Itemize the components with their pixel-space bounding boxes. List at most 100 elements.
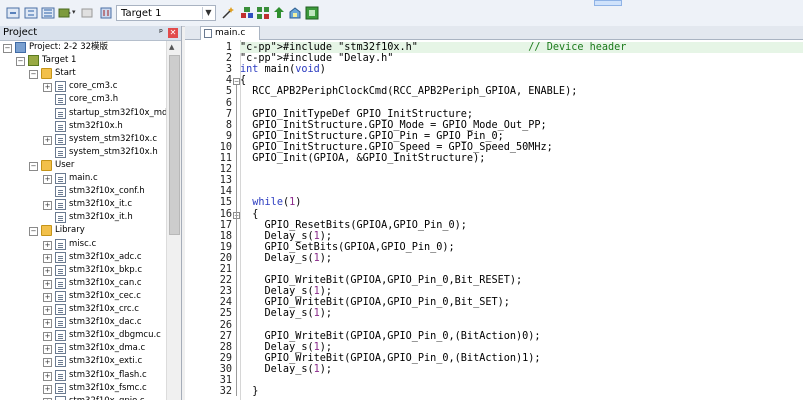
code-line[interactable]: "c-pp">#include "stm32f10x.h" // Device …: [240, 42, 803, 54]
collapse-icon[interactable]: −: [16, 57, 25, 67]
tree-item-label: stm32f10x_fsmc.c: [69, 382, 147, 393]
expand-icon[interactable]: +: [43, 135, 52, 145]
line-number: 2: [225, 53, 232, 65]
target-options-icon[interactable]: [99, 6, 113, 20]
expand-icon[interactable]: +: [43, 384, 52, 394]
code-line[interactable]: Delay_s(1);: [240, 286, 333, 297]
build-icon[interactable]: [24, 6, 38, 20]
code-line[interactable]: RCC_APB2PeriphClockCmd(RCC_APB2Periph_GP…: [240, 86, 577, 97]
code-line[interactable]: {: [240, 209, 258, 220]
download-icon[interactable]: [58, 6, 72, 20]
tree-item-label: stm32f10x_conf.h: [69, 186, 145, 197]
file-icon: [55, 304, 66, 315]
expand-icon[interactable]: +: [43, 332, 52, 342]
expand-icon[interactable]: +: [43, 175, 52, 184]
file-icon: [55, 173, 66, 184]
tree-item-label: system_stm32f10x.c: [69, 133, 158, 144]
expand-icon[interactable]: +: [43, 319, 52, 329]
file-icon: [55, 107, 66, 119]
code-line[interactable]: Delay_s(1);: [240, 342, 333, 353]
code-line[interactable]: Delay_s(1);: [240, 308, 333, 319]
collapse-icon[interactable]: −: [29, 161, 38, 171]
tree-item-label: stm32f10x_bkp.c: [69, 264, 143, 275]
pin-icon[interactable]: ᵖ: [159, 26, 163, 40]
collapse-icon[interactable]: −: [29, 227, 38, 237]
expand-icon[interactable]: +: [43, 358, 52, 368]
code-line[interactable]: Delay_s(1);: [240, 231, 333, 242]
collapse-icon[interactable]: −: [3, 44, 12, 53]
code-line[interactable]: "c-pp">#include "Delay.h": [240, 53, 393, 64]
expand-icon[interactable]: +: [43, 292, 52, 302]
expand-icon[interactable]: +: [43, 279, 52, 289]
tree-scrollbar[interactable]: ▲: [166, 41, 181, 400]
expand-icon[interactable]: +: [43, 371, 52, 381]
code-line[interactable]: Delay_s(1);: [240, 364, 333, 375]
expand-icon[interactable]: +: [43, 201, 52, 211]
expand-icon[interactable]: +: [43, 83, 52, 93]
manage-components-icon[interactable]: [240, 6, 254, 20]
code-line[interactable]: GPIO_InitStructure.GPIO_Pin = GPIO_Pin_0…: [240, 131, 503, 142]
expand-icon[interactable]: +: [43, 345, 52, 355]
code-line[interactable]: Delay_s(1);: [240, 253, 333, 264]
target-select[interactable]: Target 1 ▼: [116, 5, 216, 21]
scroll-up-icon[interactable]: ▲: [169, 43, 174, 51]
options-wand-icon[interactable]: [221, 6, 235, 20]
code-line[interactable]: while(1): [240, 197, 301, 208]
rebuild-icon[interactable]: [41, 6, 55, 20]
code-line[interactable]: GPIO_SetBits(GPIOA,GPIO_Pin_0);: [240, 242, 455, 253]
tree-item-label: Target 1: [42, 55, 77, 66]
rte-icon[interactable]: [288, 6, 302, 20]
line-number: 31: [219, 375, 232, 386]
translate-icon[interactable]: [6, 6, 20, 20]
expand-icon[interactable]: +: [43, 253, 52, 263]
code-line[interactable]: GPIO_Init(GPIOA, &GPIO_InitStructure);: [240, 153, 485, 164]
editor-pane: main.c 1 2 3 4 5 6 7 8 9 10 11 12 13 14 15 16 17 18 19 20 21…: [185, 26, 803, 400]
code-line[interactable]: GPIO_ResetBits(GPIOA,GPIO_Pin_0);: [240, 220, 467, 231]
collapse-icon[interactable]: −: [29, 70, 38, 80]
tree-item-label: stm32f10x_adc.c: [69, 251, 142, 262]
code-line[interactable]: GPIO_InitStructure.GPIO_Speed = GPIO_Spe…: [240, 142, 553, 153]
code-line[interactable]: GPIO_WriteBit(GPIOA,GPIO_Pin_0,Bit_RESET…: [240, 275, 523, 286]
file-icon: [55, 356, 66, 368]
stop-build-icon[interactable]: [80, 6, 94, 20]
line-number: 5: [225, 86, 232, 98]
close-icon[interactable]: ✕: [168, 28, 178, 38]
tree-item-label: system_stm32f10x.h: [69, 146, 158, 157]
file-icon: [55, 277, 66, 289]
dropdown-arrow-icon[interactable]: ▾: [72, 8, 76, 16]
pack-installer-icon[interactable]: [272, 6, 286, 20]
line-number: 13: [219, 175, 232, 187]
file-icon: [55, 120, 66, 132]
code-line[interactable]: }: [240, 386, 258, 397]
chevron-down-icon[interactable]: ▼: [202, 7, 214, 19]
expand-icon[interactable]: +: [43, 306, 52, 315]
line-number: 14: [219, 186, 232, 198]
expand-icon[interactable]: +: [43, 240, 52, 250]
code-line[interactable]: {: [240, 75, 246, 86]
tree-item-label: stm32f10x_it.c: [69, 199, 133, 210]
tree-item-label: misc.c: [69, 238, 97, 249]
scrollbar-thumb[interactable]: [169, 55, 180, 235]
file-icon: [55, 369, 66, 381]
project-panel: Project ᵖ ✕ − Project: 2-2 32模版 − Target 1−…: [0, 26, 182, 400]
code-line[interactable]: GPIO_InitStructure.GPIO_Mode = GPIO_Mode…: [240, 120, 546, 131]
fold-guide: [236, 218, 237, 397]
line-number: 18: [219, 230, 232, 242]
expand-icon[interactable]: +: [43, 266, 52, 276]
tree-item-label: Library: [55, 225, 85, 236]
project-panel-header: Project ᵖ ✕: [0, 26, 181, 41]
file-icon: [55, 330, 66, 342]
fold-toggle-icon[interactable]: −: [233, 78, 240, 86]
code-area[interactable]: "c-pp">#include "stm32f10x.h" // Device …: [240, 40, 803, 400]
select-packs-icon[interactable]: [256, 6, 270, 20]
code-line[interactable]: GPIO_WriteBit(GPIOA,GPIO_Pin_0,Bit_SET);: [240, 297, 510, 308]
line-number: 30: [219, 363, 232, 375]
tab-main-c[interactable]: main.c: [200, 26, 260, 40]
tab-label: main.c: [215, 28, 246, 38]
rte-run-icon[interactable]: [305, 6, 319, 20]
code-line[interactable]: int main(void): [240, 64, 326, 75]
code-line[interactable]: GPIO_WriteBit(GPIOA,GPIO_Pin_0,(BitActio…: [240, 353, 541, 364]
code-line[interactable]: GPIO_WriteBit(GPIOA,GPIO_Pin_0,(BitActio…: [240, 331, 541, 342]
line-number: 22: [219, 275, 232, 287]
code-line[interactable]: GPIO_InitTypeDef GPIO_InitStructure;: [240, 109, 473, 120]
